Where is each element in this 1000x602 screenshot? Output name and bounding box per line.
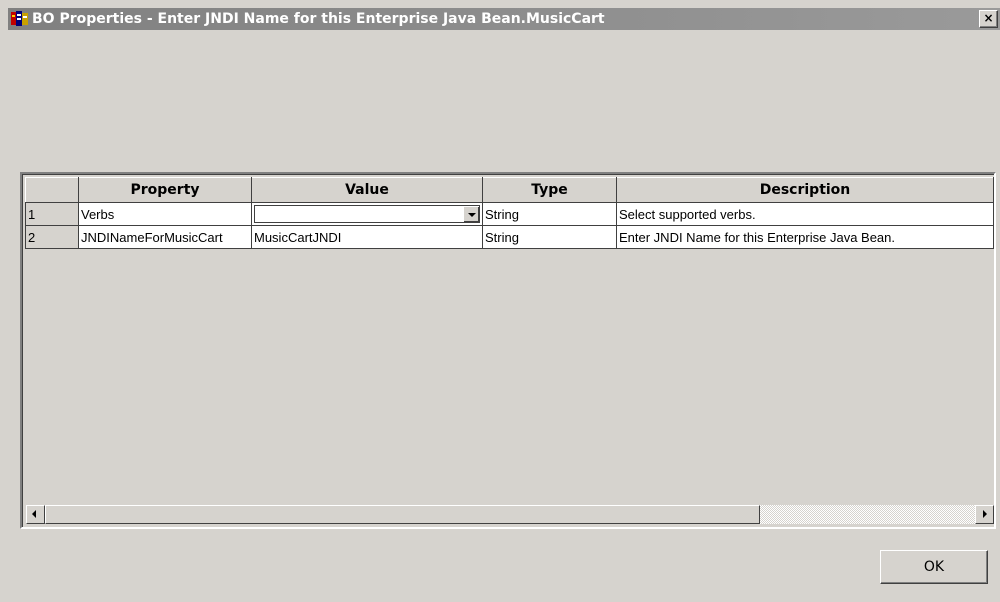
column-header-description[interactable]: Description: [616, 177, 994, 203]
arrow-left-icon[interactable]: [26, 505, 45, 524]
scrollbar-thumb[interactable]: [45, 505, 760, 524]
property-grid: Property Value Type Description 1 Verbs: [20, 172, 996, 529]
horizontal-scrollbar[interactable]: [26, 505, 994, 524]
row-number: 1: [25, 202, 79, 226]
table-row[interactable]: 2 JNDINameForMusicCart MusicCartJNDI Str…: [25, 225, 994, 249]
verbs-dropdown[interactable]: [254, 205, 480, 223]
property-table: Property Value Type Description 1 Verbs: [25, 177, 994, 249]
column-header-value[interactable]: Value: [251, 177, 483, 203]
value-cell[interactable]: MusicCartJNDI: [251, 225, 483, 249]
arrow-right-icon[interactable]: [975, 505, 994, 524]
column-header-property[interactable]: Property: [78, 177, 252, 203]
type-cell[interactable]: String: [482, 225, 617, 249]
property-cell[interactable]: JNDINameForMusicCart: [78, 225, 252, 249]
property-cell[interactable]: Verbs: [78, 202, 252, 226]
window-title: BO Properties - Enter JNDI Name for this…: [32, 11, 605, 27]
title-bar: BO Properties - Enter JNDI Name for this…: [8, 8, 1000, 30]
column-header-type[interactable]: Type: [482, 177, 617, 203]
description-cell[interactable]: Enter JNDI Name for this Enterprise Java…: [616, 225, 994, 249]
value-cell[interactable]: [251, 202, 483, 226]
row-number: 2: [25, 225, 79, 249]
chevron-down-icon[interactable]: [463, 206, 479, 222]
ok-button[interactable]: OK: [880, 550, 988, 584]
description-cell[interactable]: Select supported verbs.: [616, 202, 994, 226]
close-button[interactable]: ×: [979, 10, 998, 28]
table-row[interactable]: 1 Verbs String Select supported verbs.: [25, 202, 994, 226]
column-header-rownum: [25, 177, 79, 203]
header-row: Property Value Type Description: [25, 177, 994, 203]
app-window-icon: [11, 11, 28, 26]
type-cell[interactable]: String: [482, 202, 617, 226]
